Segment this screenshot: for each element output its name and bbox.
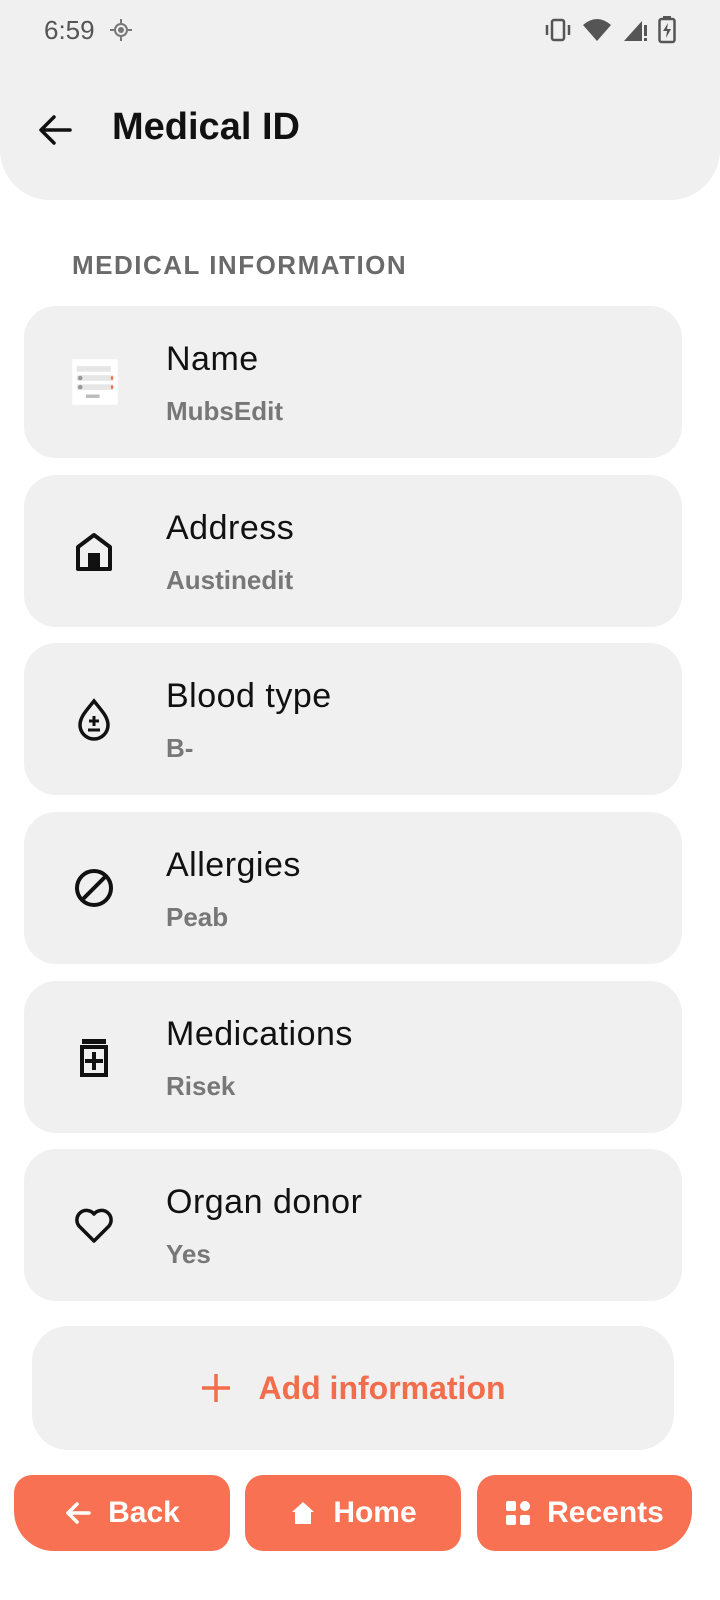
home-filled-icon — [292, 1502, 315, 1524]
info-card-organ-donor[interactable]: Organ donor Yes — [24, 1149, 682, 1301]
nav-home-button[interactable]: Home — [245, 1475, 461, 1551]
name-value: MubsEdit — [166, 396, 283, 426]
cell-signal-icon — [624, 21, 647, 41]
nav-recents-button[interactable]: Recents — [477, 1475, 692, 1551]
plus-icon — [202, 1374, 231, 1402]
arrow-left-icon — [66, 1502, 91, 1524]
info-card-name[interactable]: Name MubsEdit — [24, 306, 682, 458]
grid-icon — [506, 1501, 531, 1525]
allergies-value: Peab — [166, 902, 229, 932]
allergies-label: Allergies — [166, 846, 301, 884]
section-label: MEDICAL INFORMATION — [72, 250, 408, 280]
medication-icon — [80, 1039, 108, 1077]
vibrate-icon — [545, 18, 571, 42]
medications-label: Medications — [166, 1015, 353, 1053]
battery-charging-icon — [658, 16, 676, 44]
blood-type-label: Blood type — [166, 677, 332, 715]
add-information-label: Add information — [258, 1369, 506, 1406]
blood-drop-icon — [78, 698, 110, 741]
organ-donor-value: Yes — [166, 1239, 211, 1269]
info-card-blood-type[interactable]: Blood type B- — [24, 643, 682, 795]
location-icon — [109, 19, 132, 41]
address-label: Address — [166, 509, 295, 547]
info-card-address[interactable]: Address Austinedit — [24, 475, 682, 627]
organ-donor-label: Organ donor — [166, 1183, 363, 1221]
page-title: Medical ID — [112, 106, 300, 148]
nav-home-label: Home — [333, 1496, 417, 1529]
blood-type-value: B- — [166, 733, 194, 763]
nav-recents-label: Recents — [547, 1496, 664, 1529]
medications-value: Risek — [166, 1071, 236, 1101]
address-value: Austinedit — [166, 565, 294, 595]
nav-back-label: Back — [108, 1496, 180, 1529]
avatar-thumbnail — [72, 359, 118, 405]
add-information-button[interactable]: Add information — [32, 1326, 674, 1450]
info-card-allergies[interactable]: Allergies Peab — [24, 812, 682, 964]
home-icon — [76, 533, 112, 571]
heart-icon — [75, 1208, 113, 1243]
nav-back-button[interactable]: Back — [14, 1475, 230, 1551]
block-icon — [75, 869, 113, 907]
wifi-icon — [583, 19, 611, 41]
name-label: Name — [166, 340, 259, 378]
info-card-medications[interactable]: Medications Risek — [24, 981, 682, 1133]
status-time: 6:59 — [44, 14, 95, 45]
status-bar: 6:59 — [0, 0, 720, 60]
back-arrow-icon[interactable] — [36, 110, 76, 150]
